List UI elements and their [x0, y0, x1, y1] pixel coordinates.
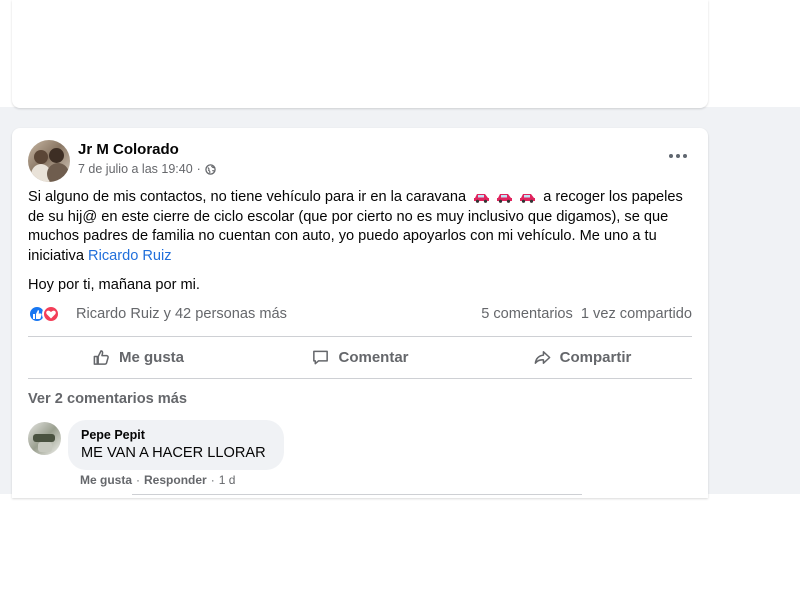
like-button[interactable]: Me gusta [28, 340, 248, 375]
comment-like-link[interactable]: Me gusta [80, 473, 132, 487]
comment-time[interactable]: 1 d [219, 473, 236, 487]
divider [28, 336, 692, 337]
reply-input-edge [132, 494, 582, 495]
engagement-counts: 5 comentarios 1 vez compartido [481, 306, 692, 322]
comment-text: ME VAN A HACER LLORAR [81, 445, 266, 461]
comment-bubble: Pepe Pepit ME VAN A HACER LLORAR [68, 420, 284, 470]
share-arrow-icon [534, 351, 551, 364]
meta-separator: · [196, 162, 201, 176]
comment-actions-separator: · [210, 473, 215, 487]
comment-reply-link[interactable]: Responder [144, 473, 207, 487]
thumbs-up-icon [93, 350, 109, 365]
post-author-name[interactable]: Jr M Colorado [78, 141, 179, 158]
previous-post-card [12, 0, 708, 108]
red-car-emoji [497, 193, 513, 203]
comment-actions-separator: · [136, 473, 141, 487]
comment-author-name[interactable]: Pepe Pepit [81, 428, 145, 442]
mention-link[interactable]: Ricardo Ruiz [88, 248, 172, 264]
reactors-text[interactable]: Ricardo Ruiz y 42 personas más [76, 306, 287, 322]
shares-count[interactable]: 1 vez compartido [581, 306, 692, 322]
share-button[interactable]: Compartir [472, 340, 692, 375]
red-car-emoji [474, 193, 490, 203]
love-reaction-icon [42, 305, 60, 323]
post-text-pre: Si alguno de mis contactos, no tiene veh… [28, 189, 467, 205]
comment-actions: Me gusta · Responder · 1 d [80, 473, 235, 487]
like-label: Me gusta [118, 349, 184, 366]
globe-icon[interactable] [205, 163, 216, 175]
post-paragraph-1: Si alguno de mis contactos, no tiene veh… [28, 188, 694, 266]
post-body: Si alguno de mis contactos, no tiene veh… [28, 188, 694, 296]
more-options-icon[interactable] [664, 146, 692, 166]
comments-count[interactable]: 5 comentarios [481, 306, 573, 322]
reactions-row: Ricardo Ruiz y 42 personas más 5 comenta… [28, 304, 692, 324]
post-card: Jr M Colorado 7 de julio a las 19:40 · S… [12, 128, 708, 498]
author-avatar[interactable] [28, 140, 70, 182]
comment-button[interactable]: Comentar [250, 340, 470, 375]
share-label: Compartir [559, 349, 632, 366]
reaction-icons[interactable] [28, 305, 62, 323]
commenter-avatar[interactable] [28, 422, 61, 455]
red-car-emoji [520, 193, 536, 203]
view-more-comments-link[interactable]: Ver 2 comentarios más [28, 391, 187, 407]
post-timestamp[interactable]: 7 de julio a las 19:40 [78, 162, 193, 176]
comment-label: Comentar [338, 349, 409, 366]
post-paragraph-2: Hoy por ti, mañana por mi. [28, 277, 200, 293]
divider [28, 378, 692, 379]
comment-icon [313, 350, 329, 365]
post-meta: 7 de julio a las 19:40 · [78, 162, 216, 176]
